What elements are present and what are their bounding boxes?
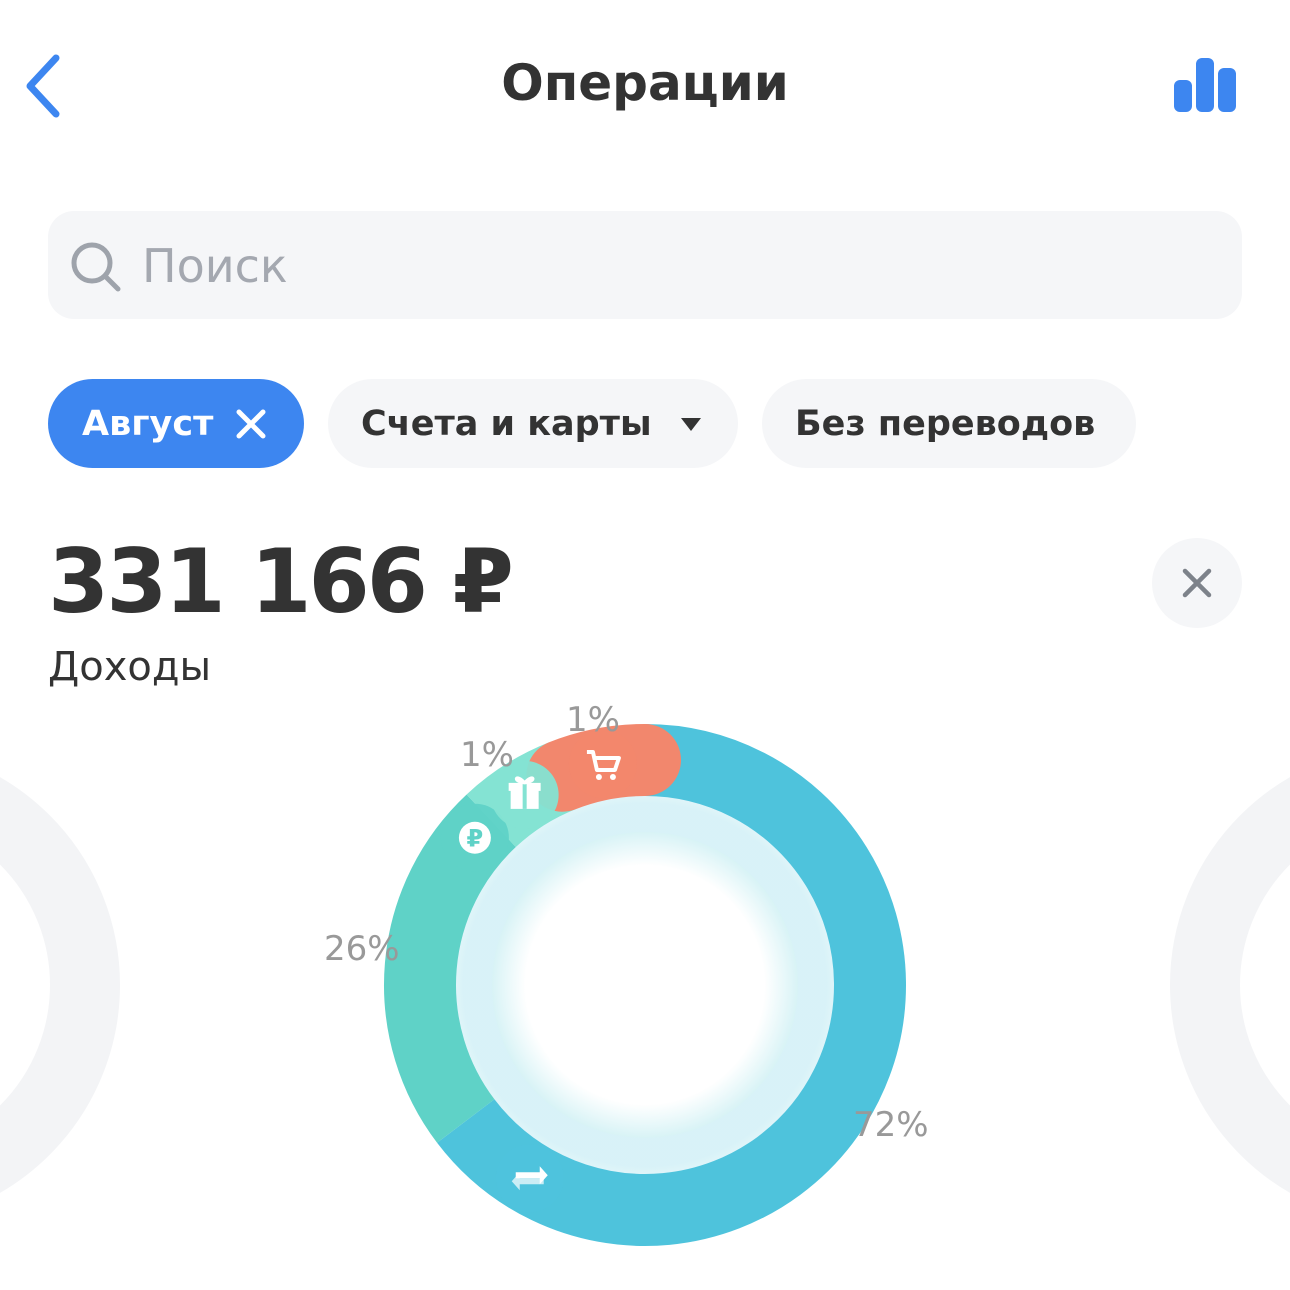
arrows-exchange-icon	[495, 1144, 564, 1213]
next-chart-ring[interactable]	[1170, 777, 1290, 1193]
statistics-button[interactable]	[1168, 50, 1244, 120]
filter-chip-transfers-label: Без переводов	[795, 403, 1096, 444]
pct-label-transfers: 72%	[853, 1105, 929, 1145]
pct-label-shopping: 1%	[566, 700, 620, 740]
svg-text:₽: ₽	[467, 825, 484, 853]
total-amount: 331 166 ₽	[48, 530, 514, 633]
search-box[interactable]	[48, 211, 1242, 319]
search-input[interactable]	[140, 225, 1224, 307]
filter-chip-month-label: Август	[82, 403, 214, 444]
prev-chart-ring[interactable]	[0, 777, 120, 1193]
filter-chip-accounts[interactable]: Счета и карты	[328, 379, 738, 468]
close-icon[interactable]	[235, 408, 267, 440]
page-title: Операции	[501, 54, 789, 112]
cart-icon	[568, 729, 637, 798]
close-summary-button[interactable]	[1152, 538, 1242, 628]
total-label: Доходы	[48, 644, 212, 690]
filter-chip-accounts-label: Счета и карты	[361, 403, 652, 444]
caret-down-icon	[680, 417, 701, 431]
filter-chip-transfers[interactable]: Без переводов	[762, 379, 1136, 468]
pct-label-cash: 26%	[324, 929, 400, 969]
close-icon	[1182, 568, 1212, 598]
filter-chip-month[interactable]: Август	[48, 379, 304, 468]
pct-label-gifts: 1%	[460, 735, 514, 775]
bar-chart-icon	[1174, 58, 1236, 112]
income-donut-chart: ₽	[0, 724, 1290, 1246]
search-icon	[71, 242, 121, 292]
